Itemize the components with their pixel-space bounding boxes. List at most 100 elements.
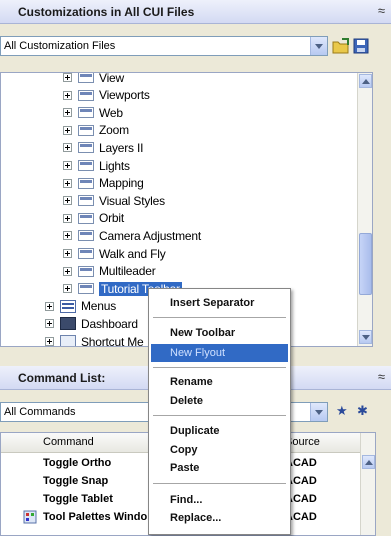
toolbar-icon [78,265,94,277]
toolbar-icon [78,195,94,207]
tree-scrollbar[interactable] [357,73,372,346]
expand-icon[interactable] [63,231,72,241]
toolbar-icon [78,212,94,224]
panel-title: Customizations in All CUI Files [18,5,195,19]
collapse-command-panel-icon[interactable]: ≈ [378,369,385,384]
toolbar-icon [78,248,94,259]
expand-icon[interactable] [63,161,72,170]
tree-item-root[interactable]: Menus [45,298,116,315]
column-command[interactable]: Command [43,436,94,448]
expand-icon[interactable] [63,213,72,223]
find-command-icon[interactable]: ✱ [357,403,368,419]
tree-item-toolbar[interactable]: Lights [63,157,130,174]
customization-files-dropdown[interactable]: All Customization Files [0,36,328,56]
menu-item-duplicate[interactable]: Duplicate [151,422,288,440]
tree-item-label: View [99,72,124,85]
menu-item-delete[interactable]: Delete [151,392,288,410]
tree-item-label: Orbit [99,211,125,226]
tree-item-toolbar[interactable]: View [63,72,124,86]
open-file-icon[interactable] [332,37,350,55]
filter-value: All Commands [4,406,76,418]
tree-item-label: Web [99,105,123,120]
menu-item-new-toolbar[interactable]: New Toolbar [151,324,288,342]
toolbar-icon [78,124,94,136]
menu-divider [153,367,286,368]
menu-item-insert-separator[interactable]: Insert Separator [151,294,288,312]
expand-icon[interactable] [63,73,72,82]
new-command-icon[interactable]: ★ [336,403,348,419]
menu-divider [153,317,286,318]
toolbar-icon [78,89,94,101]
expand-icon[interactable] [63,284,72,294]
tree-item-toolbar[interactable]: Zoom [63,122,129,139]
menu-item-find[interactable]: Find... [151,491,288,509]
expand-icon[interactable] [63,266,72,276]
context-menu: Insert Separator New Toolbar New Flyout … [148,288,291,535]
scroll-up-icon[interactable] [359,74,372,88]
collapse-panel-icon[interactable]: ≈ [378,3,385,18]
tree-item-label: Walk and Fly [99,246,166,261]
menu-item-label: Duplicate [170,425,220,437]
menu-item-replace[interactable]: Replace... [151,509,288,527]
chevron-down-icon[interactable] [310,403,327,421]
toolbar-icon [78,73,94,83]
tree-item-label: Viewports [99,88,150,103]
expand-icon[interactable] [63,143,72,153]
command-name: Tool Palettes Windo [43,511,148,523]
menu-item-paste[interactable]: Paste [151,459,288,477]
tree-item-label: Lights [99,158,130,173]
command-name: Toggle Ortho [43,457,112,469]
tree-item-label: Mapping [99,176,144,191]
expand-icon[interactable] [45,337,54,346]
tree-item-root[interactable]: Shortcut Me [45,333,144,347]
command-list-title: Command List: [18,371,106,385]
expand-icon[interactable] [45,319,54,329]
tree-item-label: Visual Styles [99,193,165,208]
scroll-down-icon[interactable] [359,330,372,344]
customizations-panel-header: Customizations in All CUI Files ≈ [0,0,391,24]
menu-item-label: New Flyout [170,347,226,359]
menu-item-label: Find... [170,494,203,506]
chevron-down-icon[interactable] [310,37,327,55]
tree-item-toolbar[interactable]: Mapping [63,175,144,192]
menu-item-new-flyout[interactable]: New Flyout [151,344,288,362]
expand-icon[interactable] [63,178,72,188]
scroll-thumb[interactable] [359,233,372,295]
tree-item-toolbar[interactable]: Web [63,104,123,121]
menu-item-rename[interactable]: Rename [151,373,288,391]
expand-icon[interactable] [63,196,72,206]
expand-icon[interactable] [45,301,54,311]
command-name: Toggle Tablet [43,493,113,505]
menu-item-label: Rename [170,376,213,388]
tree-item-toolbar[interactable]: Orbit [63,210,124,227]
command-name: Toggle Snap [43,475,109,487]
tree-item-label: Zoom [99,123,129,138]
tree-item-toolbar[interactable]: Layers II [63,139,143,156]
command-scrollbar[interactable] [360,433,375,535]
toolbar-icon [78,107,94,119]
tree-item-label: Shortcut Me [81,334,144,347]
tree-item-label: Layers II [99,140,144,155]
menu-divider [153,483,286,484]
toolbar-icon [78,142,94,154]
menu-item-label: Copy [170,444,198,456]
tree-item-toolbar[interactable]: Walk and Fly [63,245,166,262]
expand-icon[interactable] [63,249,72,258]
expand-icon[interactable] [63,90,72,100]
save-icon[interactable] [352,37,370,55]
tree-item-toolbar[interactable]: Camera Adjustment [63,227,201,244]
scroll-up-icon[interactable] [362,455,375,469]
expand-icon[interactable] [63,108,72,118]
menu-divider [153,415,286,416]
tree-item-toolbar[interactable]: Multileader [63,263,156,280]
menu-item-copy[interactable]: Copy [151,441,288,459]
tree-item-label: Multileader [99,264,156,279]
tree-item-label: Menus [81,299,117,314]
tree-item-toolbar[interactable]: Viewports [63,87,150,104]
dropdown-value: All Customization Files [4,40,116,52]
dashboard-icon [60,317,76,331]
expand-icon[interactable] [63,125,72,135]
tree-item-toolbar[interactable]: Visual Styles [63,192,165,209]
toolbar-icon [78,283,94,295]
tree-item-root[interactable]: Dashboard [45,315,138,332]
